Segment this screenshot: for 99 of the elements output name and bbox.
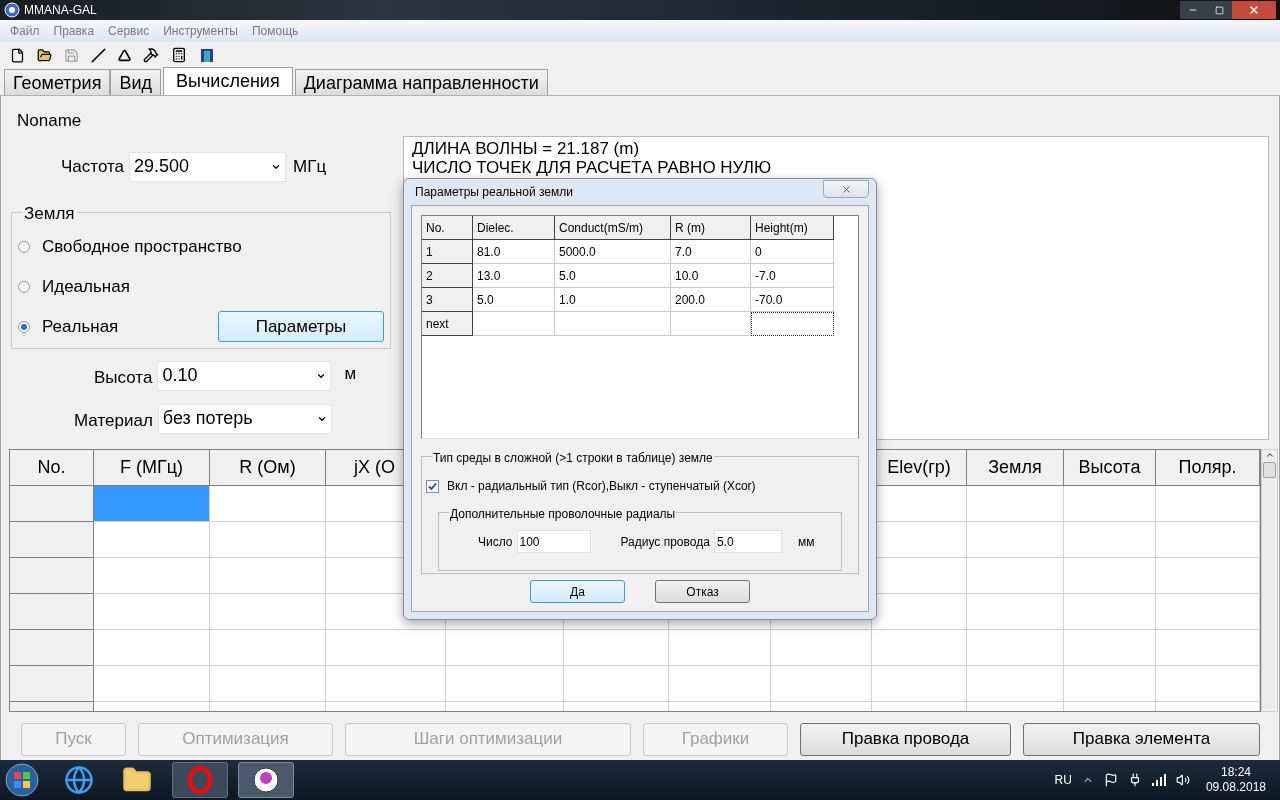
scrollbar[interactable] bbox=[1261, 449, 1278, 712]
app-logo-icon bbox=[4, 2, 20, 18]
window-title: MMANA-GAL bbox=[24, 2, 97, 19]
column-header: Height(m) bbox=[751, 216, 834, 240]
table-cell[interactable]: 13.0 bbox=[473, 264, 555, 288]
table-cell[interactable] bbox=[751, 312, 834, 336]
table-cell[interactable]: 10.0 bbox=[671, 264, 751, 288]
new-file-icon[interactable] bbox=[10, 47, 25, 63]
column-header: R (m) bbox=[671, 216, 751, 240]
close-icon bbox=[840, 183, 852, 195]
output-line: ЧИСЛО ТОЧЕК ДЛЯ РАСЧЕТА РАВНО НУЛЮ bbox=[412, 158, 773, 177]
column-header: Высота bbox=[1064, 450, 1156, 486]
row-header-cell: next bbox=[422, 312, 473, 336]
table-cell[interactable]: 5000.0 bbox=[555, 240, 671, 264]
table-cell[interactable]: 200.0 bbox=[671, 288, 751, 312]
maximize-icon bbox=[1214, 5, 1224, 15]
group-title: Тип среды в сложной (>1 строки в таблице) земле bbox=[432, 449, 714, 467]
column-header: Dielec. bbox=[473, 216, 555, 240]
row-header-cell: 1 bbox=[422, 240, 473, 264]
row-header-cell: 2 bbox=[422, 264, 473, 288]
dialog-button[interactable]: Отказ bbox=[655, 580, 750, 603]
radio-label: Свободное пространство bbox=[42, 235, 242, 258]
app-logo-icon bbox=[252, 766, 280, 794]
checkbox[interactable] bbox=[426, 479, 439, 493]
scroll-up-icon[interactable] bbox=[1264, 450, 1275, 460]
line-icon[interactable] bbox=[91, 47, 106, 63]
menu-item[interactable]: Файл bbox=[4, 22, 46, 40]
table-cell[interactable]: 5.0 bbox=[555, 264, 671, 288]
menu-item[interactable]: Сервис bbox=[102, 22, 156, 40]
dialog-button[interactable]: Да bbox=[530, 580, 625, 603]
frequency-label: Частота bbox=[61, 155, 124, 178]
output-line: ДЛИНА ВОЛНЫ = 21.187 (m) bbox=[412, 139, 641, 158]
close-button[interactable] bbox=[1232, 1, 1276, 19]
unit-label: м bbox=[344, 362, 357, 385]
scroll-thumb[interactable] bbox=[1263, 462, 1276, 478]
table-cell[interactable]: 81.0 bbox=[473, 240, 555, 264]
table-cell[interactable]: -70.0 bbox=[751, 288, 834, 312]
column-header: Поляр. bbox=[1156, 450, 1260, 486]
door-icon[interactable] bbox=[199, 47, 215, 63]
dropdown-field[interactable]: 0.10 bbox=[157, 360, 332, 391]
calculator-icon[interactable] bbox=[171, 47, 187, 63]
table-cell[interactable]: -7.0 bbox=[751, 264, 834, 288]
save-icon[interactable] bbox=[64, 47, 79, 63]
volume-icon[interactable] bbox=[1175, 773, 1190, 787]
unit-label: мм bbox=[797, 533, 815, 551]
radio-button[interactable] bbox=[18, 320, 30, 333]
table-cell[interactable]: 1.0 bbox=[555, 288, 671, 312]
count-label: Число bbox=[478, 533, 513, 551]
radio-label: Реальная bbox=[42, 315, 119, 338]
action-button[interactable]: Правка провода bbox=[800, 722, 1011, 756]
dropdown-field[interactable]: без потерь bbox=[157, 403, 332, 434]
unit-label: МГц bbox=[293, 155, 327, 178]
radio-label: Идеальная bbox=[42, 275, 130, 298]
clock-time[interactable]: 18:24 bbox=[1220, 765, 1251, 780]
row-header-cell: 3 bbox=[422, 288, 473, 312]
column-header: R (Ом) bbox=[210, 450, 326, 486]
browser-icon[interactable] bbox=[64, 765, 94, 795]
column-header: No. bbox=[10, 450, 94, 486]
ring-icon bbox=[187, 766, 213, 794]
project-name: Noname bbox=[17, 110, 83, 132]
tab[interactable]: Диаграмма направленности bbox=[294, 69, 548, 95]
checkbox-label: Вкл - радиальный тип (Rcor),Выкл - ступенчатый (Xcor) bbox=[447, 478, 756, 495]
radio-button[interactable] bbox=[18, 240, 30, 253]
menu-item[interactable]: Помощь bbox=[246, 22, 305, 40]
menu-item[interactable]: Правка bbox=[47, 22, 101, 40]
menu-item[interactable]: Инструменты bbox=[157, 22, 244, 40]
parameters-button[interactable]: Параметры bbox=[218, 311, 384, 342]
dropdown-field[interactable]: 29.500 bbox=[129, 151, 286, 182]
height-label: Высота bbox=[94, 366, 153, 389]
radio-button[interactable] bbox=[18, 280, 30, 293]
signal-icon[interactable] bbox=[1151, 774, 1166, 786]
language-indicator[interactable]: RU bbox=[1054, 771, 1072, 789]
radius-label: Радиус провода bbox=[620, 533, 710, 551]
taskbar-button[interactable] bbox=[238, 762, 294, 798]
tab[interactable]: Вид bbox=[110, 69, 161, 95]
tools-icon[interactable] bbox=[143, 47, 159, 63]
column-header: No. bbox=[422, 216, 473, 240]
dialog-title: Параметры реальной земли bbox=[415, 184, 573, 201]
flag-icon[interactable] bbox=[1103, 773, 1118, 787]
clock-date[interactable]: 09.08.2018 bbox=[1205, 780, 1266, 795]
material-label: Материал bbox=[74, 409, 153, 432]
start-orb-icon[interactable] bbox=[4, 762, 40, 798]
maximize-button[interactable] bbox=[1206, 1, 1232, 19]
triangle-icon[interactable] bbox=[118, 48, 131, 62]
tab[interactable]: Вычисления bbox=[163, 67, 293, 95]
folder-icon[interactable] bbox=[37, 47, 52, 63]
column-header: Земля bbox=[967, 450, 1064, 486]
close-icon bbox=[1248, 4, 1260, 16]
radius-field[interactable]: 5.0 bbox=[713, 530, 782, 553]
count-field[interactable]: 100 bbox=[516, 530, 591, 553]
table-cell[interactable]: 0 bbox=[751, 240, 834, 264]
close-button[interactable] bbox=[823, 180, 869, 198]
column-header: Conduct(mS/m) bbox=[555, 216, 671, 240]
action-button[interactable]: Правка элемента bbox=[1023, 722, 1260, 756]
table-cell[interactable]: 7.0 bbox=[671, 240, 751, 264]
table-cell[interactable]: 5.0 bbox=[473, 288, 555, 312]
minimize-button[interactable] bbox=[1180, 1, 1206, 19]
tab[interactable]: Геометрия bbox=[4, 69, 111, 95]
column-header: F (МГц) bbox=[94, 450, 210, 486]
